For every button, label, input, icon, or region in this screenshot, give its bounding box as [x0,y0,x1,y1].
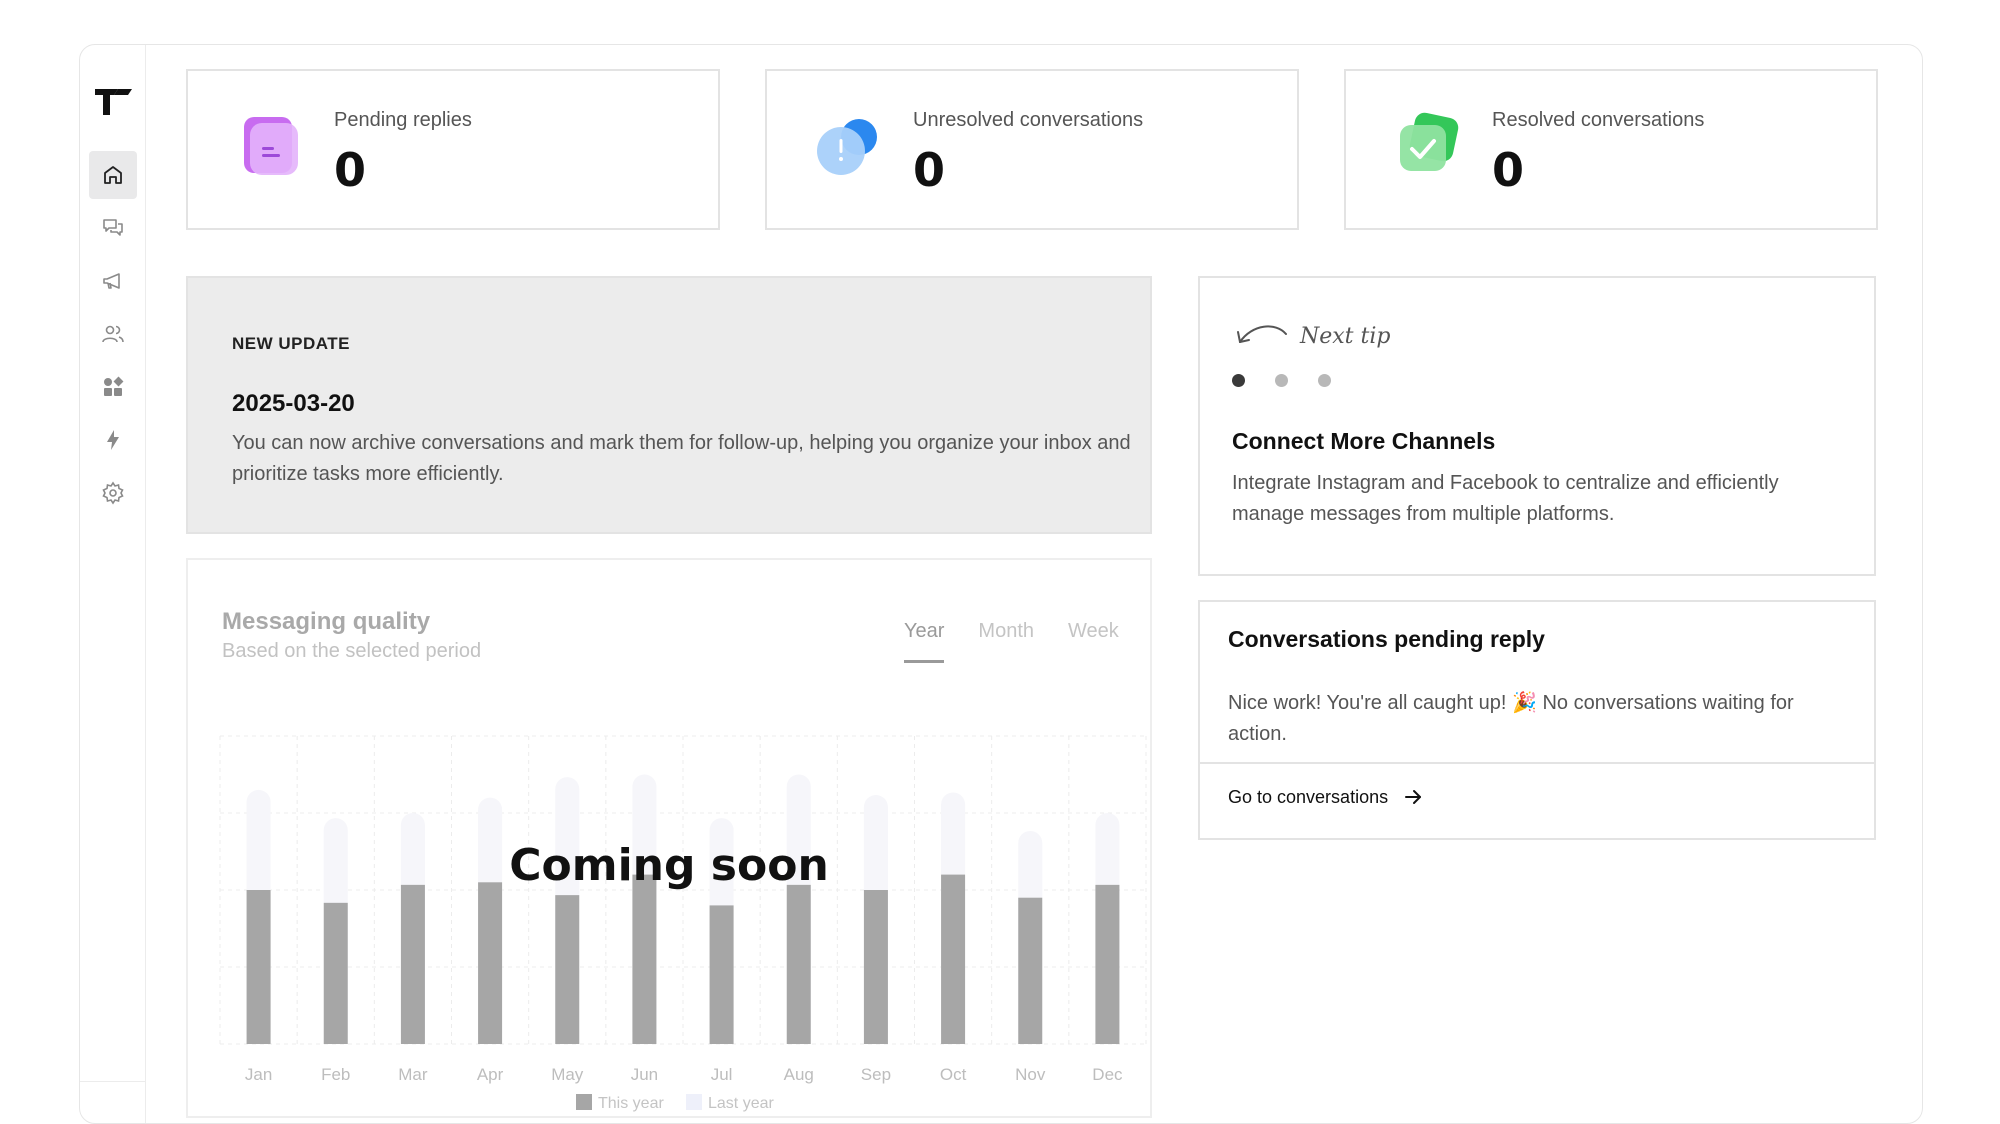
bar-this-year [632,874,657,1044]
bar-this-year [786,884,811,1044]
coming-soon-overlay: Coming soon [509,840,829,891]
update-text: You can now archive conversations and ma… [232,432,1131,485]
divider [1200,762,1874,764]
arrow-right-icon [1405,790,1422,804]
x-tick-label: Jul [711,1065,733,1084]
bar-this-year [478,882,503,1044]
bolt-icon [107,430,119,450]
sidebar-item-home[interactable] [89,151,137,199]
go-to-conversations-link[interactable]: Go to conversations [1228,786,1424,808]
tip-dot[interactable] [1232,374,1245,387]
sidebar-item-automations[interactable] [89,416,137,464]
x-tick-label: Jun [631,1065,658,1084]
sidebar-divider [80,1081,146,1082]
pending-title: Conversations pending reply [1228,626,1545,652]
stat-value: 0 [913,143,947,197]
next-tip-button[interactable]: Next tip [1232,316,1390,356]
stat-value: 0 [334,143,368,197]
bar-this-year [246,890,271,1044]
pending-replies-icon [244,117,298,175]
sidebar-item-settings[interactable] [89,469,137,517]
bar-this-year [1095,884,1120,1044]
logo-icon[interactable] [92,81,134,117]
stat-card-resolved: Resolved conversations 0 [1344,69,1878,230]
home-icon [104,166,122,184]
sidebar-item-conversations[interactable] [89,204,137,252]
sidebar-item-apps[interactable] [89,363,137,411]
legend-label-last-year: Last year [708,1095,774,1112]
tip-dot[interactable] [1275,374,1288,387]
bar-this-year [709,905,734,1044]
update-tag: NEW UPDATE [232,334,351,353]
x-tick-label: Mar [398,1065,428,1084]
legend-swatch-this-year [576,1094,592,1110]
megaphone-icon [103,273,120,289]
curved-arrow-icon [1237,325,1287,343]
users-icon [102,325,124,343]
stat-value: 0 [1492,143,1526,197]
x-tick-label: Aug [784,1065,814,1084]
update-date: 2025-03-20 [232,390,355,417]
tip-title: Connect More Channels [1232,428,1496,454]
stat-label: Pending replies [334,109,472,131]
tip-dot[interactable] [1318,374,1331,387]
x-tick-label: Sep [861,1065,891,1084]
bar-this-year [1018,897,1043,1044]
stat-label: Resolved conversations [1492,109,1705,131]
stat-label: Unresolved conversations [913,109,1144,131]
alert-icon [817,119,877,175]
pending-body: Nice work! You're all caught up! 🎉 No co… [1228,692,1794,745]
check-icon [1400,112,1459,171]
bar-this-year [323,902,348,1044]
link-label: Go to conversations [1228,786,1389,807]
tip-pagination [1232,374,1331,387]
x-tick-label: Apr [477,1065,504,1084]
x-tick-label: Feb [321,1065,350,1084]
tip-body: Integrate Instagram and Facebook to cent… [1232,472,1779,525]
sidebar-item-campaigns[interactable] [89,257,137,305]
sidebar-item-contacts[interactable] [89,310,137,358]
bar-this-year [555,895,580,1044]
x-tick-label: Jan [245,1065,272,1084]
stat-card-unresolved: Unresolved conversations 0 [765,69,1299,230]
sidebar [80,45,146,1123]
x-tick-label: Dec [1092,1065,1123,1084]
x-tick-label: Oct [940,1065,967,1084]
apps-icon [104,376,124,396]
quality-chart: Jan Feb Mar Apr May Jun Jul Aug Sep Oct Nov Dec This… [219,735,1147,1112]
gear-icon [102,481,124,505]
pending-reply-card: Conversations pending reply Nice work! Y… [1198,600,1876,840]
next-tip-label: Next tip [1300,323,1391,349]
bar-this-year [863,890,888,1044]
x-tick-label: Nov [1015,1065,1046,1084]
bar-this-year [400,884,425,1044]
new-update-card: NEW UPDATE 2025-03-20 You can now archiv… [186,276,1152,534]
x-tick-label: May [551,1065,584,1084]
legend-swatch-last-year [686,1094,702,1110]
tip-card: Next tip Connect More Channels Integrate… [1198,276,1876,576]
stat-card-pending: Pending replies 0 [186,69,720,230]
bar-this-year [941,874,966,1044]
messaging-quality-card: Messaging quality Based on the selected … [186,558,1152,1118]
legend-label-this-year: This year [598,1095,664,1112]
chat-icon [103,219,123,236]
